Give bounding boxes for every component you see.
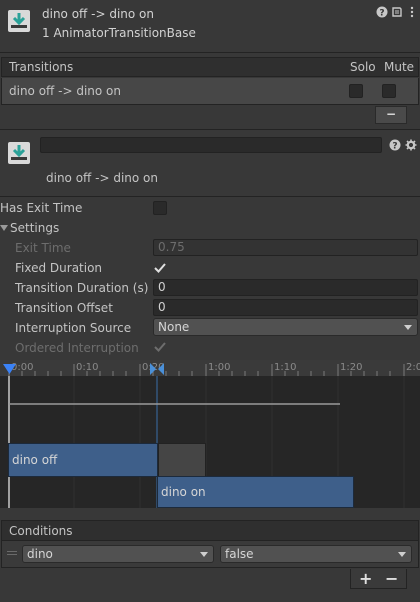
list-divider [0,129,420,130]
solo-header-label: Solo [350,60,376,74]
transition-duration-label: Transition Duration (s) [15,281,149,295]
transition-marker-icon[interactable] [150,363,164,375]
transition-timeline[interactable]: 0:00 0:10 0:20 1:00 1:10 1:20 2:00 dino … [0,360,420,508]
exit-time-label: Exit Time [15,241,71,255]
condition-row[interactable]: dino false [1,541,419,568]
inspector-title: dino off -> dino on [42,7,154,21]
ordered-interruption-checkbox [153,340,167,357]
settings-divider [0,196,420,197]
help-icon[interactable]: ? [389,139,401,152]
clip-dino-on-label: dino on [161,485,206,499]
solo-checkbox[interactable] [349,84,363,98]
tick-label: 1:10 [274,362,297,373]
condition-parameter-dropdown[interactable]: dino [22,545,214,563]
condition-value-dropdown[interactable]: false [220,545,412,563]
settings-foldout[interactable]: Settings [0,221,200,237]
remove-transition-button[interactable]: − [375,106,407,124]
drag-handle-icon[interactable] [7,551,17,552]
settings-label: Settings [10,221,60,235]
tick-label: 1:00 [208,362,231,373]
mute-checkbox[interactable] [382,84,396,98]
conditions-footer: + − [350,569,407,589]
transition-display-name: dino off -> dino on [46,171,158,185]
transition-offset-field[interactable]: 0 [153,299,418,316]
clip-dino-off-label: dino off [12,453,58,467]
inspector-subtitle: 1 AnimatorTransitionBase [42,26,196,40]
conditions-header: Conditions [1,520,419,541]
tick-label: 1:20 [340,362,363,373]
svg-text:?: ? [379,9,384,19]
condition-parameter-value: dino [27,547,53,561]
has-exit-time-checkbox[interactable] [153,201,167,215]
conditions-header-label: Conditions [9,524,73,538]
remove-condition-button[interactable]: − [385,569,398,588]
interruption-source-dropdown[interactable]: None [153,318,418,336]
timeline-ruler: 0:00 0:10 0:20 1:00 1:10 1:20 2:00 [0,360,420,376]
transition-name-field[interactable] [40,137,382,153]
chevron-down-icon [398,552,406,557]
preset-icon[interactable] [391,6,403,18]
condition-value: false [225,547,254,561]
transition-row[interactable]: dino off -> dino on [1,78,419,105]
svg-text:?: ? [392,142,397,152]
transition-icon [8,142,30,164]
chevron-down-icon [404,325,412,330]
add-condition-button[interactable]: + [359,569,372,588]
fixed-duration-label: Fixed Duration [15,261,103,275]
gear-icon[interactable] [405,139,417,151]
transition-offset-label: Transition Offset [15,301,113,315]
tick-label: 0:10 [76,362,99,373]
header-divider [0,52,420,53]
transition-duration-field[interactable]: 0 [153,279,418,296]
kebab-menu-icon[interactable] [406,6,418,18]
drag-handle-icon-line [7,554,17,555]
clip-dino-off[interactable]: dino off [8,443,158,477]
help-icon[interactable]: ? [376,6,388,19]
clip-dino-off-tail [158,443,206,477]
interruption-source-label: Interruption Source [15,321,132,335]
mute-header-label: Mute [384,60,415,74]
tick-label: 2:00 [406,362,420,373]
ordered-interruption-label: Ordered Interruption [15,341,139,355]
transitions-list-header: Transitions Solo Mute [1,57,419,77]
transition-asset-icon [8,10,30,32]
interruption-source-value: None [158,320,190,334]
transition-row-label: dino off -> dino on [9,84,121,98]
clip-dino-on[interactable]: dino on [157,476,354,508]
transitions-header-label: Transitions [9,60,74,74]
exit-time-field: 0.75 [153,239,418,256]
chevron-down-icon [200,552,208,557]
fixed-duration-checkbox[interactable] [153,261,167,277]
has-exit-time-label: Has Exit Time [0,201,83,215]
foldout-arrow-icon [0,225,8,231]
playhead-marker-icon[interactable] [3,363,16,375]
